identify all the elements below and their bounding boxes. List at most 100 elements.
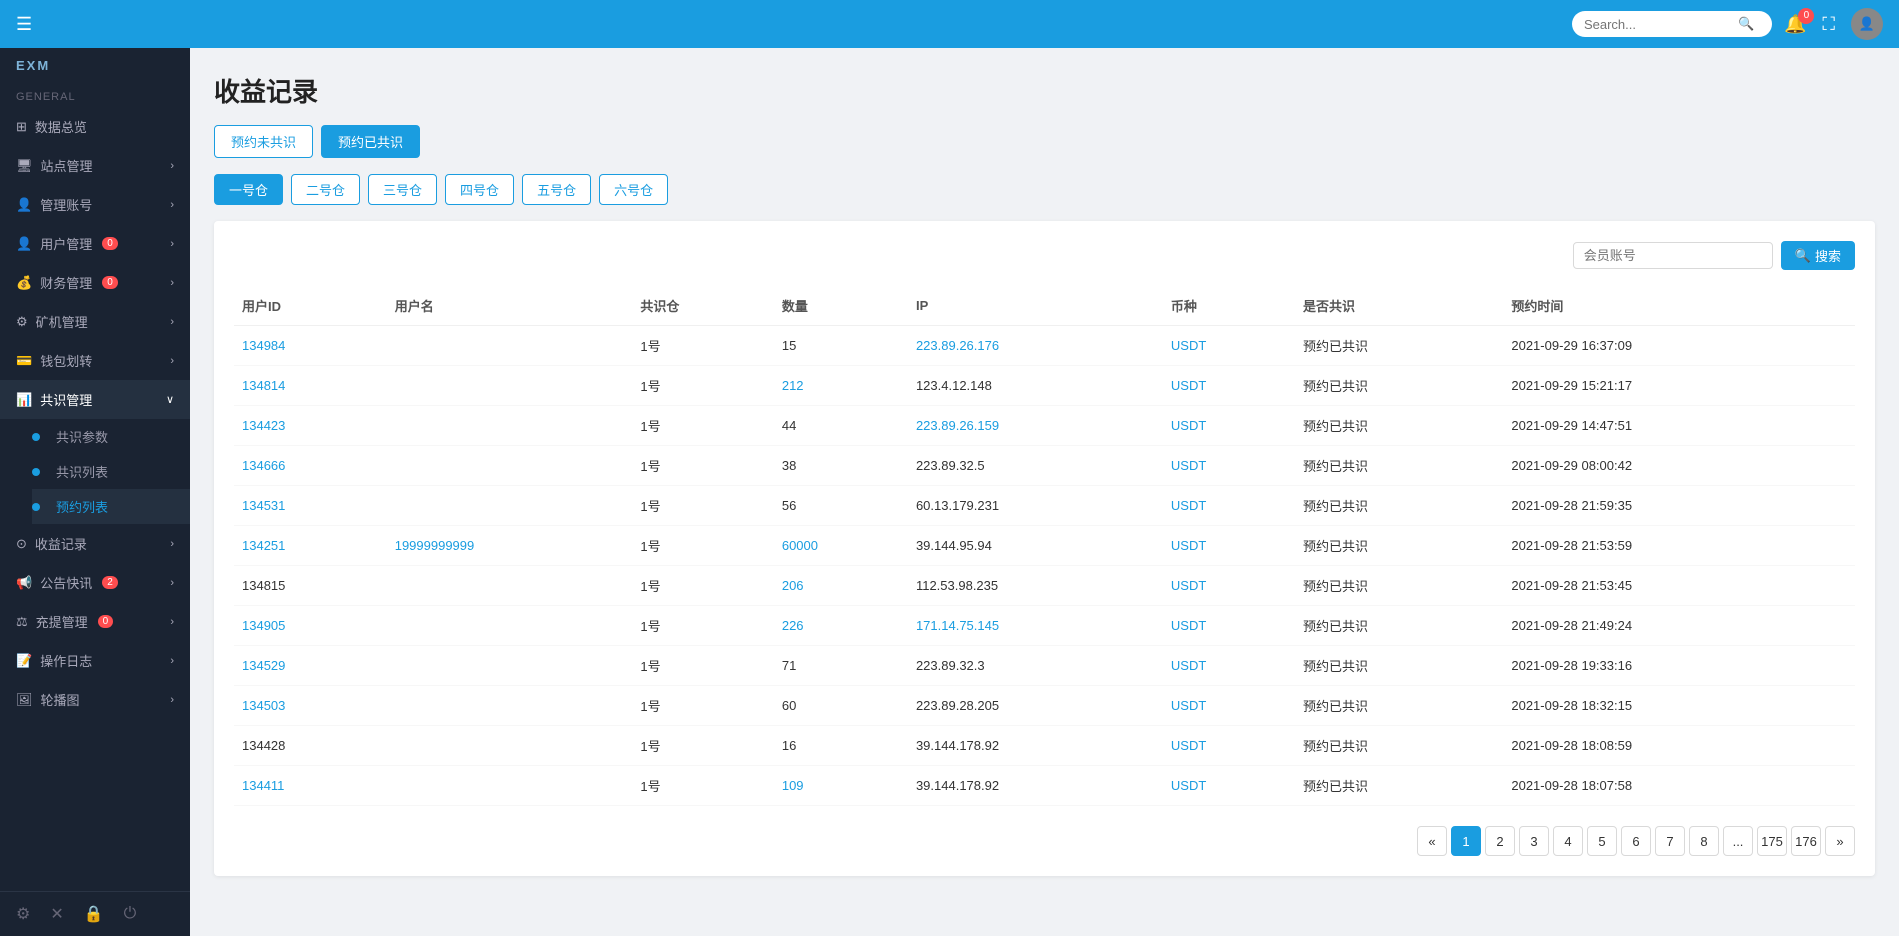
sidebar-item-carousel[interactable]: 🖼 轮播图 › <box>0 680 190 719</box>
cell-user-id[interactable]: 134666 <box>234 446 387 486</box>
page-next[interactable]: » <box>1825 826 1855 856</box>
page-prev[interactable]: « <box>1417 826 1447 856</box>
cell-user-id[interactable]: 134905 <box>234 606 387 646</box>
page-6[interactable]: 6 <box>1621 826 1651 856</box>
member-search-input[interactable] <box>1573 242 1773 269</box>
wallet-icon: 💳 <box>16 353 32 369</box>
cell-ip[interactable]: 223.89.28.205 <box>908 686 1163 726</box>
tab-not-shared[interactable]: 预约未共识 <box>214 125 313 158</box>
sidebar-item-consensus-list[interactable]: 共识列表 <box>32 454 190 489</box>
wh-tab-6[interactable]: 六号仓 <box>599 174 668 205</box>
table-row: 134984 1号 15 223.89.26.176 USDT 预约已共识 20… <box>234 326 1855 366</box>
wh-tab-5[interactable]: 五号仓 <box>522 174 591 205</box>
expand-icon[interactable]: ⛶ <box>1822 14 1835 35</box>
cell-currency: USDT <box>1163 326 1295 366</box>
cell-user-id[interactable]: 134411 <box>234 766 387 806</box>
page-7[interactable]: 7 <box>1655 826 1685 856</box>
page-1[interactable]: 1 <box>1451 826 1481 856</box>
cell-ip[interactable]: 39.144.178.92 <box>908 766 1163 806</box>
cell-quantity: 109 <box>774 766 908 806</box>
sidebar-item-wallet[interactable]: 💳 钱包划转 › <box>0 341 190 380</box>
sidebar-item-finance[interactable]: 💰 财务管理 0 › <box>0 263 190 302</box>
warehouse-tabs: 一号仓 二号仓 三号仓 四号仓 五号仓 六号仓 <box>214 174 1875 205</box>
chevron-icon: › <box>170 238 174 250</box>
close-icon[interactable]: ✕ <box>50 904 63 924</box>
sidebar-item-users[interactable]: 👤 用户管理 0 › <box>0 224 190 263</box>
wh-tab-1[interactable]: 一号仓 <box>214 174 283 205</box>
cell-ip[interactable]: 112.53.98.235 <box>908 566 1163 606</box>
power-icon[interactable]: ⏻ <box>124 905 137 923</box>
cell-username <box>387 686 633 726</box>
cell-warehouse: 1号 <box>632 526 773 566</box>
cell-ip[interactable]: 223.89.26.176 <box>908 326 1163 366</box>
sidebar-item-income[interactable]: ⊙ 收益记录 › <box>0 524 190 563</box>
cell-user-id[interactable]: 134814 <box>234 366 387 406</box>
cell-ip[interactable]: 171.14.75.145 <box>908 606 1163 646</box>
page-8[interactable]: 8 <box>1689 826 1719 856</box>
settings-icon[interactable]: ⚙ <box>16 904 30 924</box>
lock-icon[interactable]: 🔒 <box>84 904 104 924</box>
sidebar-item-reservation-list[interactable]: 预约列表 <box>32 489 190 524</box>
cell-warehouse: 1号 <box>632 766 773 806</box>
sidebar-item-dashboard[interactable]: ⊞ 数据总览 <box>0 107 190 146</box>
wh-tab-2[interactable]: 二号仓 <box>291 174 360 205</box>
cell-currency: USDT <box>1163 766 1295 806</box>
menu-icon[interactable]: ☰ <box>16 14 32 35</box>
cell-currency: USDT <box>1163 406 1295 446</box>
cell-ip[interactable]: 60.13.179.231 <box>908 486 1163 526</box>
cell-user-id[interactable]: 134529 <box>234 646 387 686</box>
sidebar-item-sites[interactable]: 🖥 站点管理 › <box>0 146 190 185</box>
sidebar-item-accounts[interactable]: 👤 管理账号 › <box>0 185 190 224</box>
cell-ip[interactable]: 223.89.32.5 <box>908 446 1163 486</box>
sidebar-item-consensus[interactable]: 📊 共识管理 ∨ <box>0 380 190 419</box>
cell-quantity: 15 <box>774 326 908 366</box>
sidebar-item-miners[interactable]: ⚙ 矿机管理 › <box>0 302 190 341</box>
sidebar-item-operations[interactable]: 📝 操作日志 › <box>0 641 190 680</box>
search-button[interactable]: 🔍 搜索 <box>1781 241 1855 270</box>
miners-icon: ⚙ <box>16 314 28 330</box>
cell-ip[interactable]: 39.144.95.94 <box>908 526 1163 566</box>
cell-user-id[interactable]: 134984 <box>234 326 387 366</box>
cell-user-id[interactable]: 134428 <box>234 726 387 766</box>
table-row: 134814 1号 212 123.4.12.148 USDT 预约已共识 20… <box>234 366 1855 406</box>
sidebar-item-label: 站点管理 <box>41 156 93 175</box>
cell-is-consensus: 预约已共识 <box>1295 766 1503 806</box>
wh-tab-3[interactable]: 三号仓 <box>368 174 437 205</box>
recharge-icon: ⚖ <box>16 614 28 630</box>
page-2[interactable]: 2 <box>1485 826 1515 856</box>
carousel-icon: 🖼 <box>16 692 33 708</box>
table-row: 134411 1号 109 39.144.178.92 USDT 预约已共识 2… <box>234 766 1855 806</box>
cell-ip[interactable]: 223.89.26.159 <box>908 406 1163 446</box>
cell-user-id[interactable]: 134503 <box>234 686 387 726</box>
avatar[interactable]: 👤 <box>1851 8 1883 40</box>
page-3[interactable]: 3 <box>1519 826 1549 856</box>
notification-icon[interactable]: 🔔 0 <box>1784 14 1806 35</box>
cell-warehouse: 1号 <box>632 646 773 686</box>
sidebar-item-consensus-params[interactable]: 共识参数 <box>32 419 190 454</box>
cell-quantity: 60000 <box>774 526 908 566</box>
cell-user-id[interactable]: 134531 <box>234 486 387 526</box>
sidebar-item-recharge[interactable]: ⚖ 充提管理 0 › <box>0 602 190 641</box>
cell-currency: USDT <box>1163 646 1295 686</box>
page-4[interactable]: 4 <box>1553 826 1583 856</box>
search-input[interactable] <box>1584 17 1734 32</box>
cell-ip[interactable]: 223.89.32.3 <box>908 646 1163 686</box>
page-175[interactable]: 175 <box>1757 826 1787 856</box>
cell-user-id[interactable]: 134815 <box>234 566 387 606</box>
cell-ip[interactable]: 39.144.178.92 <box>908 726 1163 766</box>
cell-is-consensus: 预约已共识 <box>1295 646 1503 686</box>
topbar: ☰ 🔍 🔔 0 ⛶ 👤 <box>0 0 1899 48</box>
chevron-icon: › <box>170 316 174 328</box>
sidebar-item-announcements[interactable]: 📢 公告快讯 2 › <box>0 563 190 602</box>
table-row: 134529 1号 71 223.89.32.3 USDT 预约已共识 2021… <box>234 646 1855 686</box>
cell-time: 2021-09-28 21:53:45 <box>1503 566 1855 606</box>
page-5[interactable]: 5 <box>1587 826 1617 856</box>
cell-user-id[interactable]: 134251 <box>234 526 387 566</box>
page-176[interactable]: 176 <box>1791 826 1821 856</box>
pagination: « 1 2 3 4 5 6 7 8 ... 175 176 » <box>234 826 1855 856</box>
cell-ip[interactable]: 123.4.12.148 <box>908 366 1163 406</box>
cell-currency: USDT <box>1163 726 1295 766</box>
tab-shared[interactable]: 预约已共识 <box>321 125 420 158</box>
wh-tab-4[interactable]: 四号仓 <box>445 174 514 205</box>
cell-user-id[interactable]: 134423 <box>234 406 387 446</box>
